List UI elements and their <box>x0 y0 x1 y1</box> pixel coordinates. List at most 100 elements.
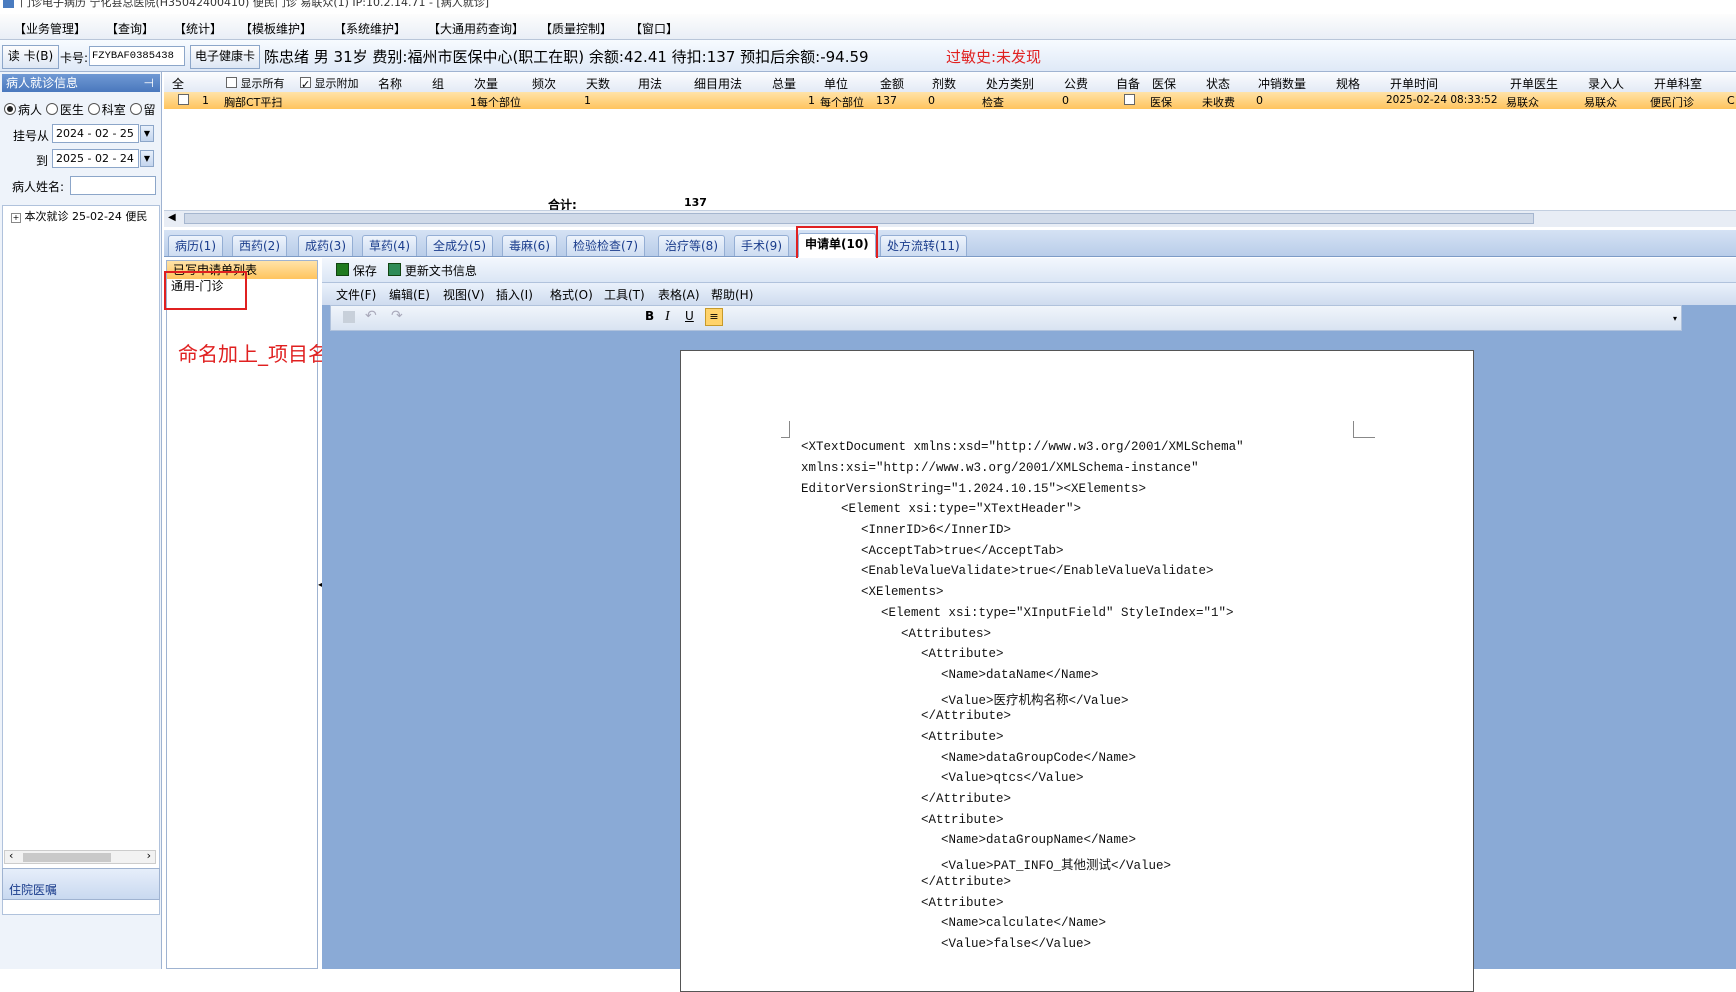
tab-lab-exam[interactable]: 检验检查(7) <box>566 235 645 256</box>
col-name[interactable]: 名称 <box>378 75 402 92</box>
bold-button[interactable]: B <box>645 309 654 323</box>
col-select-all[interactable]: 全 <box>172 75 184 92</box>
table-row[interactable]: 1 胸部CT平扫 1每个部位 1 1 每个部位 137 0 检查 0 医保 未收… <box>164 92 1736 109</box>
col-dose[interactable]: 次量 <box>474 75 498 92</box>
cell-category: 检查 <box>982 96 1004 109</box>
col-self[interactable]: 自备 <box>1116 75 1140 92</box>
menu-help[interactable]: 帮助(H) <box>711 286 753 303</box>
pin-icon[interactable]: ⊣ <box>144 74 154 92</box>
card-number-field[interactable]: FZYBAF0385438 <box>89 46 185 66</box>
inpatient-orders-header[interactable]: 住院医嘱 <box>2 868 160 900</box>
xml-line: <Element xsi:type="XTextHeader"> <box>841 502 1082 516</box>
show-all-checkbox[interactable]: 显示所有 <box>226 75 285 91</box>
scroll-thumb[interactable] <box>184 213 1534 224</box>
tab-prescription-flow[interactable]: 处方流转(11) <box>880 235 967 256</box>
scroll-left-icon[interactable]: ◀ <box>168 212 176 223</box>
menu-view[interactable]: 视图(V) <box>443 286 485 303</box>
tab-western-medicine[interactable]: 西药(2) <box>232 235 287 256</box>
radio-stay[interactable]: 留 <box>129 103 156 117</box>
redo-icon[interactable]: ↷ <box>391 308 403 324</box>
menu-file[interactable]: 文件(F) <box>336 286 376 303</box>
tab-full-ingredient[interactable]: 全成分(5) <box>426 235 493 256</box>
align-left-icon[interactable]: ≡ <box>705 308 723 326</box>
col-spec[interactable]: 规格 <box>1336 75 1360 92</box>
col-reversal-qty[interactable]: 冲销数量 <box>1258 75 1306 92</box>
scroll-thumb[interactable] <box>23 853 111 862</box>
tab-patent-medicine[interactable]: 成药(3) <box>298 235 353 256</box>
radio-doctor[interactable]: 医生 <box>45 103 84 117</box>
italic-button[interactable]: I <box>665 309 670 325</box>
col-status[interactable]: 状态 <box>1206 75 1230 92</box>
scroll-right-icon[interactable]: › <box>147 849 151 862</box>
patient-name-input[interactable] <box>70 176 156 195</box>
col-entry-person[interactable]: 录入人 <box>1588 75 1624 92</box>
tree-item-current-visit[interactable]: + 本次就诊 25-02-24 便民 <box>11 208 147 224</box>
menu-drug-query[interactable]: 【大通用药查询】 <box>428 20 524 37</box>
radio-patient[interactable]: 病人 <box>4 103 42 117</box>
radio-dot-icon <box>4 103 16 115</box>
menu-template[interactable]: 【模板维护】 <box>240 20 312 37</box>
col-order-time[interactable]: 开单时间 <box>1390 75 1438 92</box>
col-detail-usage[interactable]: 细目用法 <box>694 75 742 92</box>
menu-statistics[interactable]: 【统计】 <box>174 20 222 37</box>
underline-button[interactable]: U <box>685 309 694 323</box>
xml-line: <Attribute> <box>921 647 1004 661</box>
xml-line: <Attribute> <box>921 813 1004 827</box>
document-page[interactable]: <XTextDocument xmlns:xsd="http://www.w3.… <box>680 350 1474 992</box>
undo-icon[interactable]: ↶ <box>365 308 377 324</box>
radio-dept[interactable]: 科室 <box>87 103 126 117</box>
cell-gongfei: 0 <box>1062 94 1069 107</box>
col-order-doctor[interactable]: 开单医生 <box>1510 75 1558 92</box>
update-doc-button[interactable]: 更新文书信息 <box>388 262 477 279</box>
menu-quality[interactable]: 【质量控制】 <box>540 20 612 37</box>
menu-insert[interactable]: 插入(I) <box>496 286 533 303</box>
toolbar-overflow-icon[interactable]: ▾ <box>1673 314 1677 323</box>
tab-treatment[interactable]: 治疗等(8) <box>658 235 725 256</box>
xml-line: <AcceptTab>true</AcceptTab> <box>861 544 1064 558</box>
read-card-button[interactable]: 读 卡(B) <box>2 45 59 69</box>
from-date-field[interactable]: 2024 - 02 - 25 <box>52 124 139 143</box>
save-disabled-icon[interactable] <box>343 311 355 323</box>
from-date-dropdown-icon[interactable]: ▼ <box>140 125 154 142</box>
highlight-box-item <box>164 271 247 310</box>
col-order-dept[interactable]: 开单科室 <box>1654 75 1702 92</box>
col-days[interactable]: 天数 <box>586 75 610 92</box>
menu-query[interactable]: 【查询】 <box>106 20 154 37</box>
menu-edit[interactable]: 编辑(E) <box>389 286 430 303</box>
menu-window[interactable]: 【窗口】 <box>630 20 678 37</box>
tab-herbal-medicine[interactable]: 草药(4) <box>362 235 417 256</box>
scroll-left-icon[interactable]: ‹ <box>9 849 13 862</box>
tab-surgery[interactable]: 手术(9) <box>734 235 789 256</box>
col-total[interactable]: 总量 <box>772 75 796 92</box>
ehealth-card-button[interactable]: 电子健康卡 <box>190 45 260 69</box>
xml-line: <Attribute> <box>921 730 1004 744</box>
menu-tools[interactable]: 工具(T) <box>604 286 645 303</box>
patient-visit-header-label: 病人就诊信息 <box>6 76 79 90</box>
col-frequency[interactable]: 频次 <box>532 75 556 92</box>
menu-format[interactable]: 格式(O) <box>550 286 593 303</box>
expand-icon[interactable]: + <box>11 213 21 223</box>
col-gongfei[interactable]: 公费 <box>1064 75 1088 92</box>
show-extra-checkbox[interactable]: ✓ 显示附加 <box>300 75 359 91</box>
col-category[interactable]: 处方类别 <box>986 75 1034 92</box>
save-button[interactable]: 保存 <box>336 262 377 279</box>
left-hscrollbar[interactable]: ‹ › <box>4 849 156 864</box>
col-doses[interactable]: 剂数 <box>932 75 956 92</box>
col-insurance[interactable]: 医保 <box>1152 75 1176 92</box>
to-date-field[interactable]: 2025 - 02 - 24 <box>52 149 139 168</box>
grid-hscrollbar[interactable]: ◀ <box>164 210 1736 227</box>
menu-table[interactable]: 表格(A) <box>658 286 700 303</box>
tab-medical-record[interactable]: 病历(1) <box>168 235 223 256</box>
to-date-dropdown-icon[interactable]: ▼ <box>140 150 154 167</box>
col-amount[interactable]: 金额 <box>880 75 904 92</box>
menu-system[interactable]: 【系统维护】 <box>334 20 406 37</box>
row-checkbox[interactable] <box>178 94 189 107</box>
cell-self-checkbox[interactable] <box>1124 94 1135 107</box>
col-group[interactable]: 组 <box>432 75 444 92</box>
total-value: 137 <box>684 196 707 209</box>
col-usage[interactable]: 用法 <box>638 75 662 92</box>
col-unit[interactable]: 单位 <box>824 75 848 92</box>
menu-business[interactable]: 【业务管理】 <box>14 20 86 37</box>
tab-narcotics[interactable]: 毒麻(6) <box>502 235 557 256</box>
xml-line: EditorVersionString="1.2024.10.15"><XEle… <box>801 482 1147 496</box>
